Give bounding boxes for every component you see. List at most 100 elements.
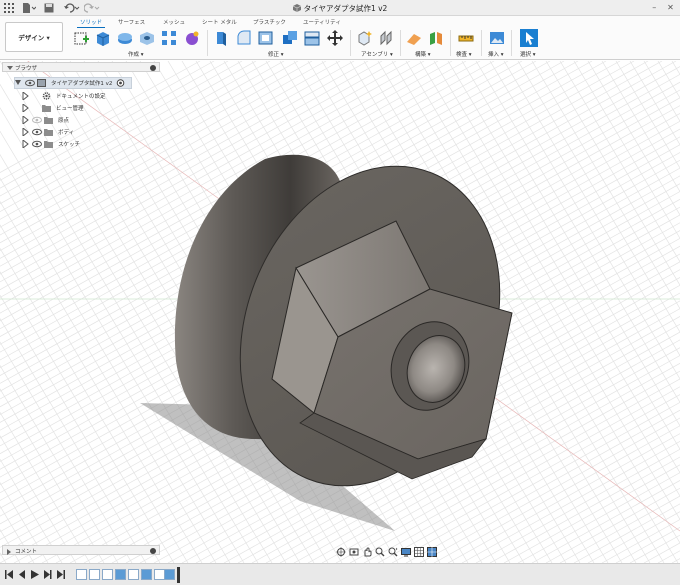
display-settings-icon[interactable] <box>401 547 411 557</box>
go-to-end-icon[interactable] <box>57 570 65 579</box>
expand-arrow-icon[interactable] <box>22 116 29 124</box>
document-icon <box>37 79 46 87</box>
step-forward-icon[interactable] <box>44 570 52 579</box>
visibility-eye-icon[interactable] <box>32 140 42 148</box>
browser-root-item[interactable]: タイヤアダプタ試作1 v2 <box>14 77 132 89</box>
browser-header[interactable]: ブラウザ <box>2 62 160 72</box>
select-arrow-icon[interactable] <box>520 29 538 47</box>
browser-item-sketches[interactable]: スケッチ <box>22 138 80 150</box>
expand-arrow-icon[interactable] <box>22 92 29 100</box>
browser-item-label: ビュー管理 <box>56 106 84 112</box>
construct-group-label[interactable]: 構築 ▾ <box>415 50 431 58</box>
group-separator <box>450 30 451 56</box>
look-at-icon[interactable] <box>349 547 359 557</box>
timeline-feature-extrude[interactable] <box>141 569 152 580</box>
insert-image-icon[interactable] <box>489 30 505 46</box>
shell-icon[interactable] <box>258 30 274 46</box>
joint-icon[interactable] <box>378 30 394 46</box>
offset-plane-icon[interactable] <box>406 30 422 46</box>
pan-hand-icon[interactable] <box>362 547 372 557</box>
group-separator <box>481 30 482 56</box>
measure-icon[interactable] <box>458 30 474 46</box>
folder-icon <box>44 117 53 124</box>
minimize-icon[interactable]: – <box>649 2 660 13</box>
expand-arrow-icon[interactable] <box>15 79 22 87</box>
play-icon[interactable] <box>31 570 39 579</box>
timeline-feature-sketch[interactable] <box>102 569 113 580</box>
combine-icon[interactable] <box>282 30 298 46</box>
active-radio-icon[interactable] <box>116 79 125 87</box>
pin-icon[interactable] <box>150 548 156 554</box>
zoom-icon[interactable] <box>375 547 385 557</box>
timeline-feature-extrude[interactable] <box>164 569 175 580</box>
viewports-icon[interactable] <box>427 546 437 557</box>
browser-item-document-settings[interactable]: ドキュメントの設定 <box>22 90 106 102</box>
expand-triangle-icon[interactable] <box>7 549 11 555</box>
grid-line <box>629 534 680 563</box>
visibility-eye-off-icon[interactable] <box>32 116 42 124</box>
assemble-group-label[interactable]: アセンブリ ▾ <box>361 50 393 58</box>
comments-panel[interactable]: コメント <box>2 545 160 555</box>
press-pull-icon[interactable] <box>213 30 229 46</box>
visibility-eye-icon[interactable] <box>32 128 42 136</box>
tab-utilities[interactable]: ユーティリティ <box>303 18 341 26</box>
timeline-feature-sketch[interactable] <box>89 569 100 580</box>
grid-line <box>671 558 680 563</box>
timeline-feature-sketch[interactable] <box>76 569 87 580</box>
collapse-triangle-icon[interactable] <box>7 66 13 70</box>
hole-icon[interactable] <box>139 30 155 46</box>
tab-surface[interactable]: サーフェス <box>118 18 145 26</box>
timeline-feature-sketch[interactable] <box>128 569 139 580</box>
grid-settings-icon[interactable] <box>414 546 424 557</box>
close-icon[interactable]: ✕ <box>665 2 676 13</box>
inspect-group-label[interactable]: 検査 ▾ <box>456 50 472 58</box>
go-to-start-icon[interactable] <box>5 570 13 579</box>
design-cube-icon <box>292 4 301 12</box>
insert-group-label[interactable]: 挿入 ▾ <box>488 50 504 58</box>
orbit-icon[interactable] <box>336 546 346 557</box>
create-group-label[interactable]: 作成 ▾ <box>128 50 144 58</box>
browser-item-bodies[interactable]: ボディ <box>22 126 74 138</box>
browser-item-named-views[interactable]: ビュー管理 <box>22 102 84 114</box>
tab-sheet-metal[interactable]: シート メタル <box>202 18 237 26</box>
window-controls: – ✕ <box>646 2 676 13</box>
move-copy-icon[interactable] <box>327 30 343 46</box>
group-separator <box>350 30 351 56</box>
workspace-switcher-button[interactable]: デザイン ▾ <box>5 22 63 52</box>
browser-item-origin[interactable]: 原点 <box>22 114 69 126</box>
expand-arrow-icon[interactable] <box>22 104 29 112</box>
tab-solid[interactable]: ソリッド <box>76 18 106 28</box>
expand-arrow-icon[interactable] <box>22 128 29 136</box>
grid-line <box>587 61 680 216</box>
group-separator <box>207 30 208 56</box>
rectangular-pattern-icon[interactable] <box>161 30 177 46</box>
folder-icon <box>44 129 53 136</box>
pin-icon[interactable] <box>150 65 156 71</box>
grid-line <box>489 61 680 380</box>
visibility-eye-icon[interactable] <box>25 79 35 87</box>
title-bar: タイヤアダプタ試作1 v2 – ✕ <box>0 0 680 16</box>
navigation-bar <box>336 546 484 557</box>
browser-title: ブラウザ <box>15 66 38 72</box>
grid-line <box>587 511 680 563</box>
step-back-icon[interactable] <box>18 570 26 579</box>
plane-at-angle-icon[interactable] <box>428 30 444 46</box>
select-group-label[interactable]: 選択 ▾ <box>520 50 536 58</box>
modify-group-label[interactable]: 修正 ▾ <box>268 50 284 58</box>
tab-mesh[interactable]: メッシュ <box>163 18 185 26</box>
scale-icon[interactable] <box>304 30 320 46</box>
fit-zoom-icon[interactable] <box>388 547 398 557</box>
timeline-feature-extrude[interactable] <box>115 569 126 580</box>
create-form-icon[interactable] <box>184 30 200 46</box>
new-component-icon[interactable] <box>357 30 373 46</box>
extrude-icon[interactable] <box>95 30 111 46</box>
tab-plastic[interactable]: プラスチック <box>253 18 286 26</box>
expand-arrow-icon[interactable] <box>22 140 29 148</box>
timeline-bar <box>0 563 680 585</box>
timeline-marker[interactable] <box>177 567 180 583</box>
revolve-icon[interactable] <box>117 30 133 46</box>
browser-item-label: ボディ <box>58 130 75 136</box>
fillet-icon[interactable] <box>236 30 252 46</box>
create-sketch-icon[interactable] <box>74 30 90 46</box>
browser-item-label: ドキュメントの設定 <box>56 94 106 100</box>
